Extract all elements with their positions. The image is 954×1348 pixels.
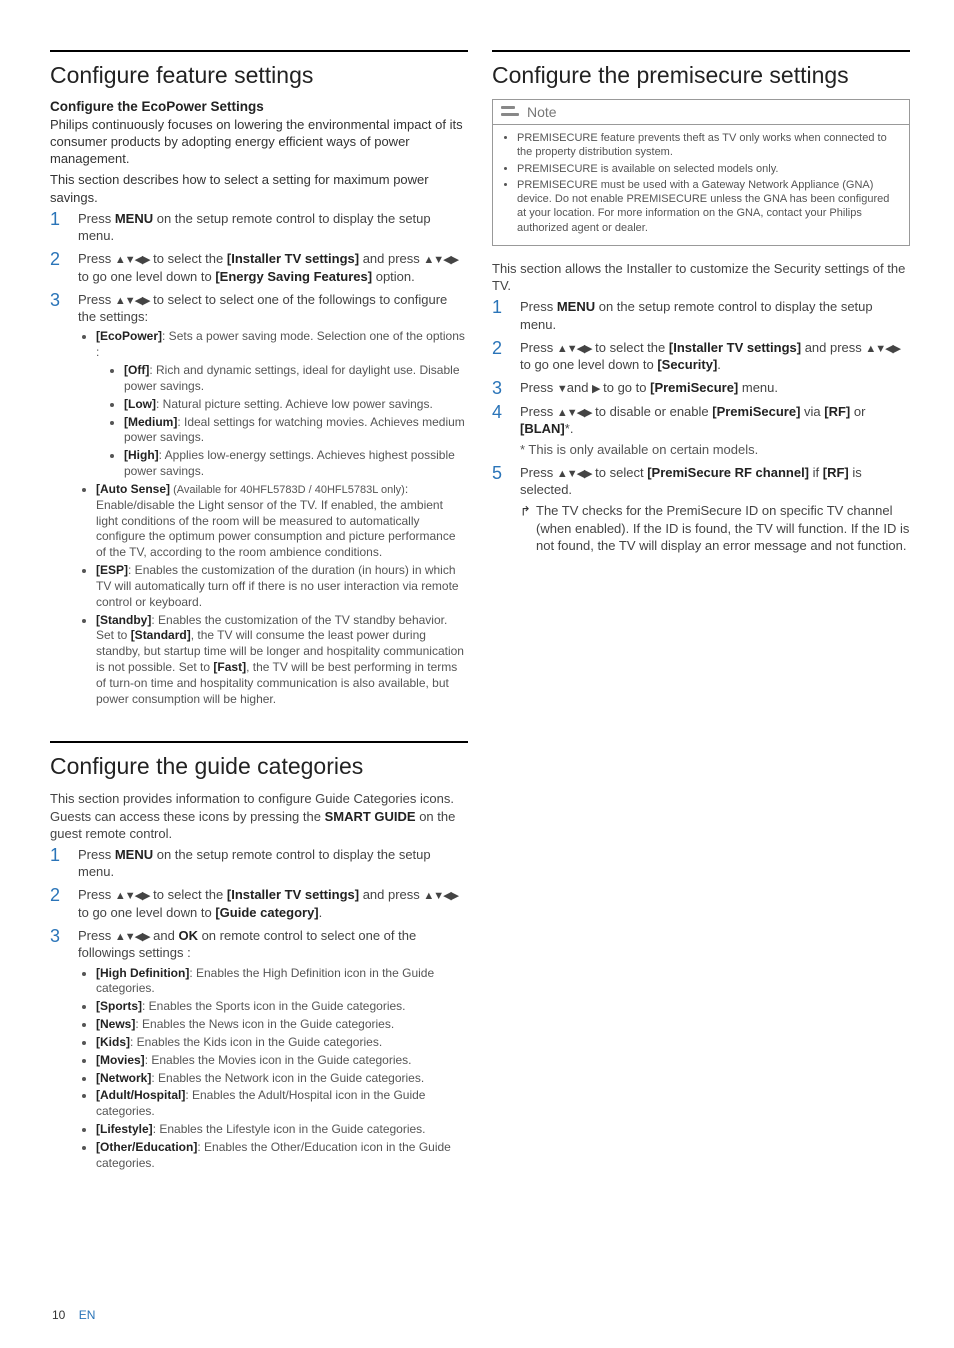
- step-3: Press ▼and ▶ to go to [PremiSecure] menu…: [492, 379, 910, 397]
- option-standby: [Standby]: Enables the customization of …: [96, 613, 468, 708]
- nav-arrows-icon: ▲▼◀▶: [423, 890, 458, 902]
- nav-arrows-icon: ▲▼◀▶: [115, 254, 150, 266]
- option-esp: [ESP]: Enables the customization of the …: [96, 563, 468, 610]
- option-sports: [Sports]: Enables the Sports icon in the…: [96, 999, 468, 1015]
- right-arrow-icon: ▶: [592, 383, 599, 395]
- option-movies: [Movies]: Enables the Movies icon in the…: [96, 1053, 468, 1069]
- step-2: Press ▲▼◀▶ to select the [Installer TV s…: [50, 886, 468, 921]
- heading-guide-categories: Configure the guide categories: [50, 741, 468, 780]
- step-5: Press ▲▼◀▶ to select [PremiSecure RF cha…: [492, 464, 910, 554]
- nav-arrows-icon: ▲▼◀▶: [115, 931, 150, 943]
- heading-feature-settings: Configure feature settings: [50, 50, 468, 89]
- step-3: Press ▲▼◀▶ and OK on remote control to s…: [50, 927, 468, 1172]
- step-1: Press MENU on the setup remote control t…: [50, 846, 468, 880]
- option-autosense: [Auto Sense] (Available for 40HFL5783D /…: [96, 482, 468, 561]
- result-note: The TV checks for the PremiSecure ID on …: [520, 502, 910, 553]
- step-4: Press ▲▼◀▶ to disable or enable [PremiSe…: [492, 403, 910, 458]
- step-2: Press ▲▼◀▶ to select the [Installer TV s…: [492, 339, 910, 374]
- down-arrow-icon: ▼: [557, 383, 567, 395]
- option-other-education: [Other/Education]: Enables the Other/Edu…: [96, 1140, 468, 1172]
- option-lifestyle: [Lifestyle]: Enables the Lifestyle icon …: [96, 1122, 468, 1138]
- option-network: [Network]: Enables the Network icon in t…: [96, 1071, 468, 1087]
- page-number: 10: [52, 1308, 65, 1322]
- page-language: EN: [79, 1308, 96, 1322]
- option-low: [Low]: Natural picture setting. Achieve …: [124, 397, 468, 413]
- nav-arrows-icon: ▲▼◀▶: [423, 254, 458, 266]
- note-label: Note: [527, 104, 557, 120]
- nav-arrows-icon: ▲▼◀▶: [557, 343, 592, 355]
- option-kids: [Kids]: Enables the Kids icon in the Gui…: [96, 1035, 468, 1051]
- option-adult-hospital: [Adult/Hospital]: Enables the Adult/Hosp…: [96, 1088, 468, 1120]
- page-footer: 10 EN: [52, 1308, 95, 1322]
- step-3: Press ▲▼◀▶ to select to select one of th…: [50, 291, 468, 708]
- nav-arrows-icon: ▲▼◀▶: [115, 890, 150, 902]
- step-1: Press MENU on the setup remote control t…: [492, 298, 910, 332]
- nav-arrows-icon: ▲▼◀▶: [865, 343, 900, 355]
- paragraph: This section allows the Installer to cus…: [492, 260, 910, 294]
- note-item: PREMISECURE is available on selected mod…: [517, 162, 899, 176]
- option-hd: [High Definition]: Enables the High Defi…: [96, 966, 468, 998]
- note-icon: [501, 105, 519, 119]
- subheading-ecopower: Configure the EcoPower Settings: [50, 99, 468, 114]
- option-ecopower: [EcoPower]: Sets a power saving mode. Se…: [96, 329, 468, 479]
- heading-premisecure: Configure the premisecure settings: [492, 50, 910, 89]
- nav-arrows-icon: ▲▼◀▶: [115, 295, 150, 307]
- option-off: [Off]: Rich and dynamic settings, ideal …: [124, 363, 468, 395]
- paragraph: This section describes how to select a s…: [50, 171, 468, 205]
- note-box: Note PREMISECURE feature prevents theft …: [492, 99, 910, 246]
- note-item: PREMISECURE feature prevents theft as TV…: [517, 131, 899, 160]
- paragraph: This section provides information to con…: [50, 790, 468, 841]
- nav-arrows-icon: ▲▼◀▶: [557, 407, 592, 419]
- step-1: Press MENU on the setup remote control t…: [50, 210, 468, 244]
- option-news: [News]: Enables the News icon in the Gui…: [96, 1017, 468, 1033]
- step-2: Press ▲▼◀▶ to select the [Installer TV s…: [50, 250, 468, 285]
- footnote: * This is only available on certain mode…: [520, 441, 910, 458]
- option-high: [High]: Applies low-energy settings. Ach…: [124, 448, 468, 480]
- note-item: PREMISECURE must be used with a Gateway …: [517, 178, 899, 235]
- nav-arrows-icon: ▲▼◀▶: [557, 468, 592, 480]
- paragraph: Philips continuously focuses on lowering…: [50, 116, 468, 167]
- option-medium: [Medium]: Ideal settings for watching mo…: [124, 415, 468, 447]
